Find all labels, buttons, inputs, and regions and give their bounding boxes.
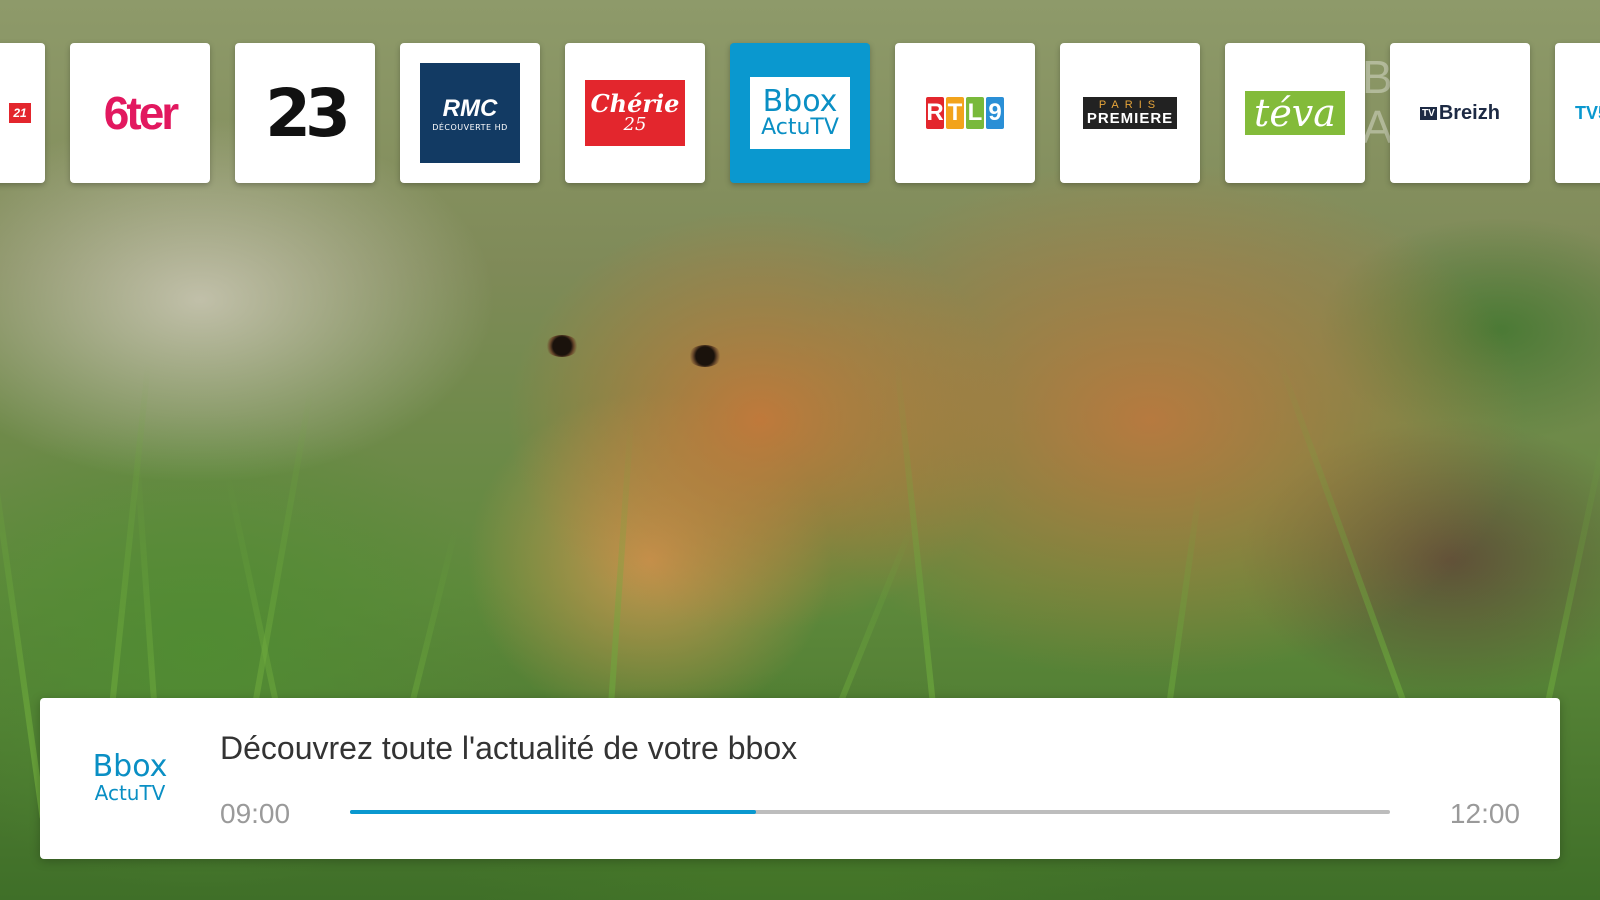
program-start-time: 09:00 <box>220 798 291 829</box>
channel-logo-tv-breizh: TV Breizh <box>1420 101 1500 124</box>
program-progress-fill <box>350 810 756 814</box>
channel-tile-teva[interactable]: téva <box>1225 43 1365 183</box>
cub-left-eye <box>545 335 579 357</box>
channel-tile-cherie-25[interactable]: Chérie 25 <box>565 43 705 183</box>
channel-logo-21: 21 <box>9 103 31 123</box>
ghost-letter-b: B <box>1362 51 1393 103</box>
channel-tile-rtl9[interactable]: R T L 9 <box>895 43 1035 183</box>
channel-tile-bbox-actutv[interactable]: Bbox ActuTV <box>730 43 870 183</box>
channel-tile-23[interactable]: 23 <box>235 43 375 183</box>
cub-right-eye <box>688 345 722 367</box>
channel-logo-6ter: 6ter <box>103 87 179 139</box>
live-tv-screen: 21 6ter 23 RMC DÉCOUVERTE HD Chérie 25 B… <box>0 0 1600 900</box>
channel-logo-rtl9: R T L 9 <box>926 97 1004 129</box>
channel-carousel: 21 6ter 23 RMC DÉCOUVERTE HD Chérie 25 B… <box>0 43 1600 183</box>
ghost-letter-a: A <box>1362 101 1393 153</box>
now-playing-panel: Bbox ActuTV Découvrez toute l'actualité … <box>40 698 1560 859</box>
channel-tile-tv-breizh[interactable]: TV Breizh <box>1390 43 1530 183</box>
channel-tile-tv5[interactable]: TV5 <box>1555 43 1600 183</box>
channel-logo-cherie-25: Chérie 25 <box>585 80 685 146</box>
channel-logo-23: 23 <box>265 74 351 152</box>
channel-tile-6ter[interactable]: 6ter <box>70 43 210 183</box>
channel-logo-tv5: TV5 <box>1575 102 1600 123</box>
channel-logo-rmc-decouverte: RMC DÉCOUVERTE HD <box>420 63 520 163</box>
program-progress-bar <box>350 810 1390 814</box>
channel-tile-paris-premiere[interactable]: PARIS PREMIERE <box>1060 43 1200 183</box>
program-title: Découvrez toute l'actualité de votre bbo… <box>220 730 798 766</box>
channel-logo-paris-premiere: PARIS PREMIERE <box>1082 97 1178 129</box>
channel-logo-bbox-actutv: Bbox ActuTV <box>750 77 850 149</box>
channel-tile-france-21[interactable]: 21 <box>0 43 45 183</box>
channel-logo-teva: téva <box>1245 91 1345 135</box>
program-end-time: 12:00 <box>1449 798 1520 829</box>
channel-tile-rmc-decouverte[interactable]: RMC DÉCOUVERTE HD <box>400 43 540 183</box>
now-playing-channel-logo: Bbox ActuTV <box>92 749 168 805</box>
